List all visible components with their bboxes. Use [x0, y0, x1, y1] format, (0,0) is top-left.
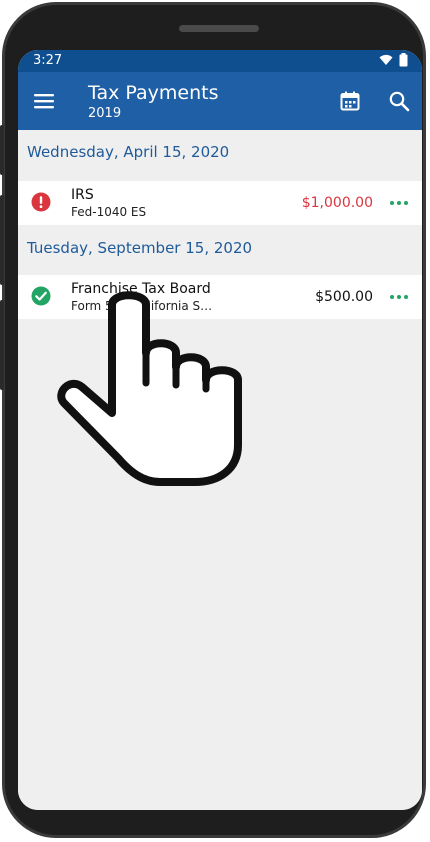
- payment-row[interactable]: Franchise Tax Board Form 540 California …: [18, 275, 422, 319]
- status-icons: [379, 53, 408, 67]
- calendar-button[interactable]: [338, 89, 362, 113]
- check-icon: [31, 286, 51, 306]
- menu-button[interactable]: [31, 89, 57, 113]
- phone-side-button: [0, 125, 4, 175]
- phone-speaker: [179, 25, 259, 32]
- calendar-icon: [340, 91, 360, 111]
- payment-amount: $1,000.00: [301, 195, 373, 211]
- menu-icon: [34, 94, 54, 109]
- page-subtitle-year: 2019: [88, 106, 122, 121]
- phone-screen: 3:27 Tax Payments 2019 Wednesday, April …: [18, 50, 422, 810]
- search-button[interactable]: [387, 89, 411, 113]
- app-bar: Tax Payments 2019: [18, 72, 422, 130]
- date-header: Tuesday, September 15, 2020: [27, 239, 253, 257]
- status-time: 3:27: [33, 53, 63, 68]
- more-horizontal-icon: [390, 201, 408, 205]
- payee-name: Franchise Tax Board: [71, 281, 211, 297]
- payee-name: IRS: [71, 187, 94, 203]
- payment-detail: Fed-1040 ES: [71, 205, 147, 219]
- more-options-button[interactable]: [389, 287, 409, 307]
- title-block: Tax Payments 2019: [88, 82, 218, 122]
- battery-icon: [399, 53, 408, 67]
- payment-row[interactable]: IRS Fed-1040 ES $1,000.00: [18, 181, 422, 225]
- status-bar: 3:27: [18, 50, 422, 72]
- payment-amount: $500.00: [315, 289, 373, 305]
- payment-detail: Form 540 California S…: [71, 299, 213, 313]
- phone-side-button: [0, 195, 4, 285]
- more-horizontal-icon: [390, 295, 408, 299]
- more-options-button[interactable]: [389, 193, 409, 213]
- date-header: Wednesday, April 15, 2020: [27, 143, 230, 161]
- search-icon: [389, 91, 410, 112]
- wifi-icon: [379, 54, 393, 65]
- phone-side-button: [0, 300, 4, 390]
- payments-list: Wednesday, April 15, 2020 IRS Fed-1040 E…: [18, 130, 422, 810]
- phone-frame: 3:27 Tax Payments 2019 Wednesday, April …: [2, 2, 426, 838]
- page-title: Tax Payments: [88, 82, 219, 104]
- alert-icon: [31, 192, 51, 212]
